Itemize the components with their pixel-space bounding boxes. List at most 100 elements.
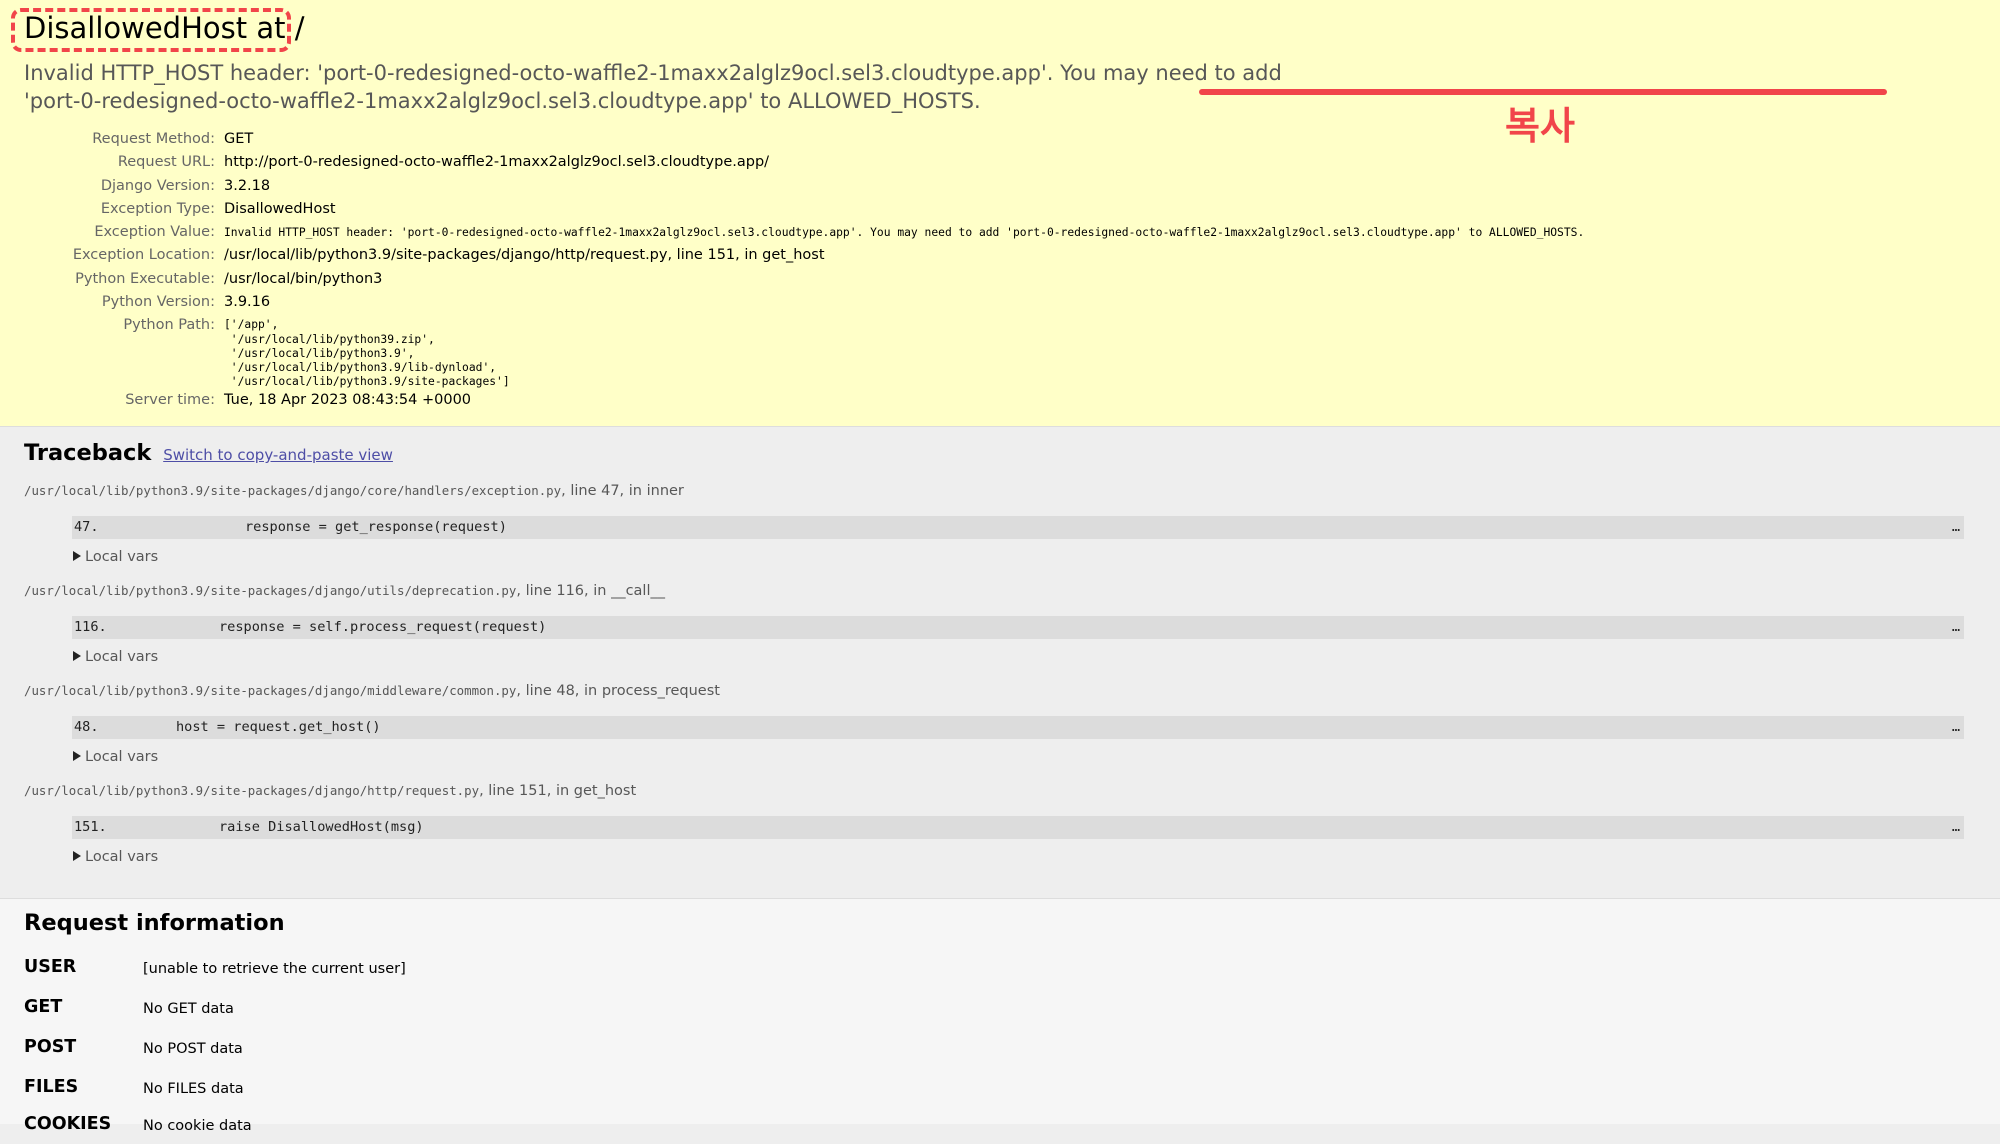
frame-location: , line 116, in __call__ — [516, 583, 665, 599]
request-info-row-cookies: COOKIES No cookie data — [24, 1114, 1924, 1144]
code-text: response = get_response(request) — [245, 519, 507, 535]
local-vars-toggle[interactable]: Local vars — [73, 849, 158, 865]
frame-filename: /usr/local/lib/python3.9/site-packages/d… — [24, 783, 636, 799]
context-line[interactable]: 116. response = self.process_request(requ… — [72, 616, 1964, 639]
meta-row-exception-location: Exception Location: /usr/local/lib/pytho… — [52, 244, 1584, 267]
local-vars-label: Local vars — [85, 749, 159, 765]
meta-label: Request Method: — [92, 131, 215, 147]
traceback-title: Traceback — [24, 440, 152, 466]
request-info-label: GET — [24, 997, 63, 1017]
exception-message-prefix: Invalid HTTP_HOST header: 'port-0-redesi… — [24, 61, 1282, 85]
frame-path: /usr/local/lib/python3.9/site-packages/d… — [24, 583, 517, 598]
meta-label: Exception Location: — [72, 247, 215, 264]
meta-value: /usr/local/lib/python3.9/site-packages/d… — [224, 247, 825, 264]
exception-message: Invalid HTTP_HOST header: 'port-0-redesi… — [24, 59, 1959, 115]
request-info-value: No POST data — [143, 1041, 243, 1057]
meta-label: Exception Type: — [100, 200, 215, 217]
disclosure-triangle-icon — [73, 851, 81, 861]
request-info-row-files: FILES No FILES data — [24, 1077, 1924, 1107]
traceback-section: Traceback Switch to copy-and-paste view … — [0, 427, 2000, 899]
summary-section: DisallowedHost at / Invalid HTTP_HOST he… — [0, 0, 2000, 427]
meta-row-exception-type: Exception Type: DisallowedHost — [52, 198, 1584, 221]
meta-value: ['/app', '/usr/local/lib/python39.zip', … — [224, 314, 1584, 389]
expand-context-ellipsis[interactable]: … — [1952, 716, 1960, 739]
meta-row-server-time: Server time: Tue, 18 Apr 2023 08:43:54 +… — [52, 389, 1584, 412]
frame-path: /usr/local/lib/python3.9/site-packages/d… — [24, 783, 480, 798]
frame-filename: /usr/local/lib/python3.9/site-packages/d… — [24, 583, 665, 599]
context-line[interactable]: 48. host = request.get_host() … — [72, 716, 1964, 739]
meta-value: DisallowedHost — [224, 200, 336, 217]
traceback-heading: Traceback Switch to copy-and-paste view — [24, 439, 393, 469]
meta-row-exception-value: Exception Value: Invalid HTTP_HOST heade… — [52, 221, 1584, 244]
frame-location: , line 48, in process_request — [516, 683, 720, 699]
local-vars-label: Local vars — [85, 549, 159, 565]
request-info-value: No cookie data — [143, 1118, 252, 1134]
local-vars-toggle[interactable]: Local vars — [73, 649, 158, 665]
expand-context-ellipsis[interactable]: … — [1952, 816, 1960, 839]
frame-path: /usr/local/lib/python3.9/site-packages/d… — [24, 683, 517, 698]
meta-label: Python Version: — [101, 294, 215, 311]
expand-context-ellipsis[interactable]: … — [1952, 516, 1960, 539]
meta-label: Server time: — [125, 392, 215, 409]
line-number: 48. — [74, 719, 99, 735]
request-info-row-get: GET No GET data — [24, 997, 1924, 1027]
frame-filename: /usr/local/lib/python3.9/site-packages/d… — [24, 683, 720, 699]
meta-value: 3.9.16 — [224, 294, 271, 311]
request-info-row-user: USER [unable to retrieve the current use… — [24, 957, 1924, 987]
meta-value: http://port-0-redesigned-octo-waffle2-1m… — [224, 154, 770, 171]
frame-filename: /usr/local/lib/python3.9/site-packages/d… — [24, 483, 684, 499]
line-number: 151. — [74, 819, 107, 835]
frame-location: , line 151, in get_host — [479, 783, 637, 799]
meta-row-request-url: Request URL: http://port-0-redesigned-oc… — [52, 151, 1584, 174]
line-number: 116. — [74, 619, 107, 635]
meta-value: Invalid HTTP_HOST header: 'port-0-redesi… — [224, 226, 1585, 240]
meta-value: GET — [224, 131, 254, 147]
meta-value: 3.2.18 — [224, 177, 271, 194]
request-info-label: USER — [24, 957, 77, 977]
request-info-value: No GET data — [143, 1001, 234, 1017]
request-info-label: FILES — [24, 1077, 79, 1097]
exception-message-host: 'port-0-redesigned-octo-waffle2-1maxx2al… — [24, 89, 754, 113]
frame-path: /usr/local/lib/python3.9/site-packages/d… — [24, 483, 562, 498]
meta-row-request-method: Request Method: GET — [52, 128, 1584, 151]
request-information-section: Request information USER [unable to retr… — [0, 899, 2000, 1134]
disclosure-triangle-icon — [73, 651, 81, 661]
meta-label: Django Version: — [100, 177, 215, 194]
local-vars-label: Local vars — [85, 849, 159, 865]
meta-label: Request URL: — [117, 154, 215, 171]
request-info-label: COOKIES — [24, 1114, 112, 1134]
local-vars-label: Local vars — [85, 649, 159, 665]
meta-row-python-path: Python Path: ['/app', '/usr/local/lib/py… — [52, 314, 1584, 389]
request-info-value: [unable to retrieve the current user] — [143, 961, 406, 977]
context-line[interactable]: 47. response = get_response(request) … — [72, 516, 1964, 539]
page-title: DisallowedHost at / — [24, 11, 305, 45]
expand-context-ellipsis[interactable]: … — [1952, 616, 1960, 639]
meta-row-python-executable: Python Executable: /usr/local/bin/python… — [52, 268, 1584, 291]
meta-row-python-version: Python Version: 3.9.16 — [52, 291, 1584, 314]
meta-label: Python Executable: — [75, 270, 215, 287]
exception-message-suffix: to ALLOWED_HOSTS. — [753, 89, 981, 113]
meta-label: Exception Value: — [94, 224, 215, 241]
code-text: host = request.get_host() — [176, 719, 381, 735]
disclosure-triangle-icon — [73, 551, 81, 561]
request-info-value: No FILES data — [143, 1081, 244, 1097]
frame-location: , line 47, in inner — [561, 483, 684, 499]
copy-paste-view-link[interactable]: Switch to copy-and-paste view — [163, 446, 393, 464]
request-information-heading: Request information — [24, 910, 285, 936]
meta-value: Tue, 18 Apr 2023 08:43:54 +0000 — [224, 392, 472, 409]
request-info-row-post: POST No POST data — [24, 1037, 1924, 1067]
disclosure-triangle-icon — [73, 751, 81, 761]
request-meta-table: Request Method: GET Request URL: http://… — [52, 128, 1584, 413]
meta-label: Python Path: — [123, 317, 215, 334]
local-vars-toggle[interactable]: Local vars — [73, 549, 158, 565]
meta-row-django-version: Django Version: 3.2.18 — [52, 175, 1584, 198]
code-text: response = self.process_request(request) — [219, 619, 547, 635]
context-line[interactable]: 151. raise DisallowedHost(msg) … — [72, 816, 1964, 839]
local-vars-toggle[interactable]: Local vars — [73, 749, 158, 765]
python-path-list: ['/app', '/usr/local/lib/python39.zip', … — [224, 318, 510, 389]
code-text: raise DisallowedHost(msg) — [219, 819, 424, 835]
line-number: 47. — [74, 519, 99, 535]
meta-value: /usr/local/bin/python3 — [224, 270, 383, 287]
host-underline-annotation — [1199, 89, 1887, 95]
request-info-label: POST — [24, 1037, 77, 1057]
